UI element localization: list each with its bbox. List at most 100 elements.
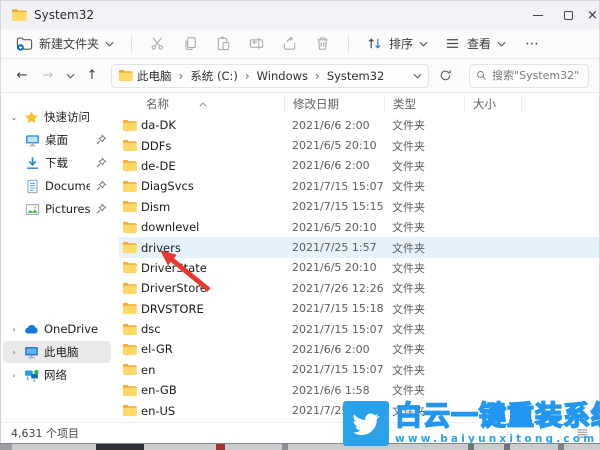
toolbar-separator bbox=[131, 34, 133, 53]
file-date: 2021/6/6 2:00 bbox=[292, 342, 370, 356]
sidebar-item-label: Documents bbox=[45, 179, 90, 193]
paste-button[interactable] bbox=[208, 32, 239, 55]
tab-title: System32 bbox=[34, 8, 95, 22]
file-row[interactable]: DRVSTORE 2021/7/15 15:18 文件夹 bbox=[119, 299, 599, 319]
folder-icon bbox=[122, 160, 137, 172]
address-dropdown[interactable] bbox=[413, 73, 422, 79]
folder-icon bbox=[122, 343, 137, 356]
column-header-name[interactable]: 名称 bbox=[119, 96, 284, 112]
column-header-date[interactable]: 修改日期 bbox=[284, 96, 384, 112]
file-name: drivers bbox=[141, 240, 181, 255]
copy-icon bbox=[182, 35, 199, 52]
breadcrumb-link[interactable]: Windows bbox=[257, 69, 308, 83]
column-header-type[interactable]: 类型 bbox=[384, 96, 464, 112]
file-type: 文件夹 bbox=[392, 363, 425, 377]
download-icon bbox=[27, 156, 38, 169]
refresh-button[interactable] bbox=[433, 65, 457, 87]
delete-button[interactable] bbox=[307, 32, 338, 55]
file-name: DRVSTORE bbox=[141, 301, 204, 316]
sort-ascending-icon bbox=[199, 101, 207, 106]
file-name: de-DE bbox=[141, 158, 176, 173]
breadcrumb-item: 系统 (C:) bbox=[172, 68, 238, 84]
file-row[interactable]: DriverState 2021/6/5 20:10 文件夹 bbox=[119, 258, 599, 278]
breadcrumb-link[interactable]: 系统 (C:) bbox=[190, 68, 238, 84]
new-folder-button[interactable]: 新建文件夹 bbox=[9, 32, 121, 55]
up-button[interactable]: ↑ bbox=[81, 65, 103, 87]
copy-button[interactable] bbox=[175, 32, 206, 55]
file-row[interactable]: Dism 2021/7/15 15:15 文件夹 bbox=[119, 197, 599, 217]
chevron-down-icon bbox=[413, 73, 422, 79]
refresh-icon bbox=[440, 70, 451, 81]
file-date: 2021/6/6 2:00 bbox=[292, 118, 370, 132]
breadcrumb-box[interactable]: 此电脑 系统 (C:) Windows System32 bbox=[111, 63, 429, 88]
folder-icon bbox=[122, 364, 137, 376]
search-icon bbox=[477, 71, 486, 80]
file-row[interactable]: dsc 2021/7/15 15:07 文件夹 bbox=[119, 319, 599, 339]
sidebar-item-this-pc[interactable]: › 此电脑 bbox=[3, 341, 111, 363]
view-label: 查看 bbox=[467, 37, 492, 51]
up-icon: ↑ bbox=[86, 68, 98, 83]
file-row[interactable]: da-DK 2021/6/6 2:00 文件夹 bbox=[119, 115, 599, 135]
sort-icon bbox=[366, 35, 383, 52]
cut-button[interactable] bbox=[142, 32, 173, 55]
explorer-tab[interactable]: System32 bbox=[1, 1, 108, 29]
sidebar-item-desktop[interactable]: 桌面 bbox=[3, 129, 111, 151]
column-headers: 名称 修改日期 类型 大小 bbox=[119, 93, 599, 115]
breadcrumb-link[interactable]: System32 bbox=[327, 69, 385, 83]
file-date: 2021/7/26 12:26 bbox=[292, 281, 384, 295]
file-row[interactable]: downlevel 2021/6/5 20:10 文件夹 bbox=[119, 217, 599, 237]
column-header-blank bbox=[521, 96, 599, 112]
minimize-button[interactable] bbox=[523, 1, 553, 29]
folder-icon bbox=[122, 282, 137, 294]
forward-button[interactable]: → bbox=[37, 65, 59, 87]
file-type: 文件夹 bbox=[392, 384, 425, 398]
sidebar-item-onedrive[interactable]: › OneDrive bbox=[3, 318, 111, 340]
file-name: DriverStore bbox=[141, 281, 207, 296]
search-box[interactable] bbox=[469, 63, 589, 88]
file-row[interactable]: drivers 2021/7/25 1:57 文件夹 bbox=[119, 237, 599, 258]
file-row[interactable]: DiagSvcs 2021/7/15 15:07 文件夹 bbox=[119, 176, 599, 196]
file-row[interactable]: en-GB 2021/6/6 1:58 文件夹 bbox=[119, 380, 599, 400]
file-row[interactable]: de-DE 2021/6/6 2:00 文件夹 bbox=[119, 156, 599, 176]
sidebar-item-documents[interactable]: Documents bbox=[3, 175, 111, 197]
titlebar: System32 × bbox=[1, 1, 599, 29]
file-name: en bbox=[141, 362, 156, 377]
chevron-collapsed-icon: › bbox=[12, 347, 16, 357]
search-input[interactable] bbox=[492, 69, 582, 82]
file-date: 2021/7/15 15:15 bbox=[292, 200, 384, 214]
file-row[interactable]: el-GR 2021/6/6 2:00 文件夹 bbox=[119, 339, 599, 359]
see-more-button[interactable]: ⋯ bbox=[515, 36, 550, 52]
sidebar-item-label: OneDrive bbox=[44, 322, 99, 336]
bird-logo-icon bbox=[343, 401, 389, 446]
maximize-button[interactable] bbox=[553, 1, 583, 29]
close-button[interactable]: × bbox=[583, 1, 599, 29]
file-type: 文件夹 bbox=[392, 282, 425, 296]
file-date: 2021/6/5 20:10 bbox=[292, 220, 377, 234]
folder-icon bbox=[122, 241, 137, 254]
items-count: 4,631 个项目 bbox=[11, 427, 79, 440]
file-row[interactable]: DriverStore 2021/7/26 12:26 文件夹 bbox=[119, 278, 599, 298]
file-row[interactable]: DDFs 2021/6/5 20:10 文件夹 bbox=[119, 135, 599, 155]
chevron-expanded-icon: ⌄ bbox=[10, 112, 18, 122]
back-button[interactable]: ← bbox=[11, 65, 33, 87]
sidebar-item-network[interactable]: › 网络 bbox=[3, 364, 111, 386]
sidebar-item-downloads[interactable]: 下载 bbox=[3, 152, 111, 174]
file-row[interactable]: en 2021/7/15 15:07 文件夹 bbox=[119, 360, 599, 380]
file-explorer-window: System32 × 新建文件夹 排序 查看 ⋯ ← → ↑ 此电脑 › 系统 … bbox=[0, 0, 600, 443]
rename-button[interactable] bbox=[241, 32, 272, 55]
column-header-size[interactable]: 大小 bbox=[464, 96, 521, 112]
back-icon: ← bbox=[16, 68, 28, 83]
address-bar: ← → ↑ 此电脑 系统 (C:) Windows bbox=[1, 59, 599, 93]
sort-button[interactable]: 排序 bbox=[359, 32, 435, 55]
maximize-icon bbox=[563, 10, 573, 20]
breadcrumb-link[interactable]: 此电脑 bbox=[137, 68, 172, 84]
pin-icon bbox=[96, 180, 107, 191]
recent-locations-button[interactable] bbox=[63, 65, 77, 87]
view-button[interactable]: 查看 bbox=[437, 32, 513, 55]
share-button[interactable] bbox=[274, 32, 305, 55]
sidebar-item-quick-access[interactable]: ⌄ 快速访问 bbox=[3, 106, 111, 128]
folder-icon bbox=[122, 201, 137, 213]
watermark-url: www.baiyunxitong.com bbox=[395, 433, 598, 445]
sidebar-item-pictures[interactable]: Pictures bbox=[3, 198, 111, 220]
